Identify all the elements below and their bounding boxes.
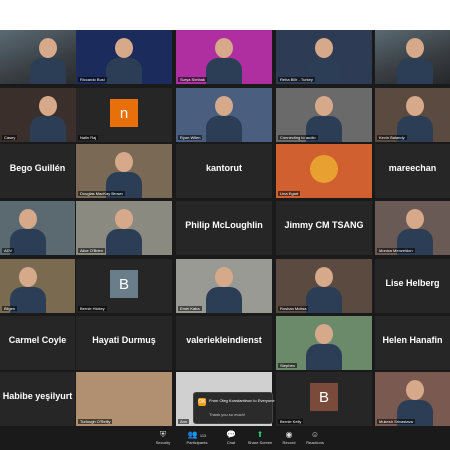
meeting-toolbar: ⛨ Security 👥 113 Participants 💬 Chat ⬆ S… — [0, 428, 450, 450]
participant-video — [306, 324, 342, 370]
chat-message: Thank you so much! — [209, 412, 246, 417]
participant-video — [206, 96, 242, 142]
shield-icon: ⛨ — [160, 430, 166, 439]
participant-video — [106, 209, 142, 255]
participant-display-name: Bego Guillén — [9, 163, 66, 173]
participant-count: 113 — [199, 433, 207, 438]
participant-tile[interactable]: Philip McLoughlin — [176, 201, 272, 255]
gallery-grid: Riccardo Busi Surya Simbak Reha Bilir - … — [0, 30, 450, 428]
participant-tile[interactable]: Carmel Coyle — [0, 316, 75, 370]
participant-tile[interactable]: Ryon Wilen — [176, 88, 272, 142]
participant-tile[interactable]: Habibe yeşilyurt — [0, 372, 75, 426]
participant-name: Reha Bilir - Turkey — [278, 77, 315, 82]
participant-name: Lina Egart — [278, 191, 301, 196]
participant-name: Casey — [2, 135, 18, 140]
participant-name: Turlough O'Reilly — [78, 419, 113, 424]
participant-tile[interactable]: Bilgen — [0, 259, 75, 313]
participant-display-name: Carmel Coyle — [8, 335, 67, 345]
participant-tile[interactable]: Stephen — [276, 316, 372, 370]
chat-from: From Oleg Konstantinov to Everyone — [209, 398, 275, 403]
participant-name: Douglas MacKay Brown — [78, 191, 125, 196]
participant-video — [306, 267, 342, 313]
share-screen-button[interactable]: ⬆ Share Screen — [245, 430, 275, 446]
participant-tile[interactable]: B Bernie Hickey — [76, 259, 172, 313]
flower-image — [310, 155, 338, 183]
participant-tile[interactable]: Alice O'Brien — [76, 201, 172, 255]
participant-name: Alice O'Brien — [78, 248, 105, 253]
participant-name: Kevin Balandy — [377, 135, 407, 140]
participant-name: Stephen — [278, 363, 297, 368]
participant-video — [206, 267, 242, 313]
participants-button[interactable]: 👥 113 Participants — [182, 430, 212, 446]
participant-display-name: Jimmy CM TSANG — [284, 220, 364, 230]
participant-display-name: kantorut — [206, 163, 242, 173]
avatar: B — [310, 383, 338, 411]
participant-video — [206, 38, 242, 84]
participant-name: Bernie Hickey — [78, 306, 107, 311]
participant-name: Ryon Wilen — [178, 135, 203, 140]
participant-name: Bilgen — [2, 306, 18, 311]
chat-avatar: OK — [198, 398, 206, 406]
participant-video — [106, 38, 142, 84]
window-top-bar — [0, 0, 450, 30]
chat-button[interactable]: 💬 Chat — [216, 430, 246, 446]
participant-tile[interactable]: Turlough O'Reilly — [76, 372, 172, 426]
participant-tile[interactable]: Bego Guillén — [0, 144, 75, 198]
participant-tile[interactable]: Emel Kaba — [176, 259, 272, 313]
participant-tile[interactable]: Roshan Mcltsa — [276, 259, 372, 313]
avatar: B — [110, 270, 138, 298]
participant-video — [397, 38, 433, 84]
participant-tile[interactable]: Helen Hanafin — [375, 316, 450, 370]
participant-name: Nalin Raj — [78, 135, 99, 140]
participant-name: Roshan Mcltsa — [278, 306, 309, 311]
chat-notification[interactable]: OK From Oleg Konstantinov to Everyone Th… — [193, 392, 275, 424]
participant-tile[interactable]: Lina Egart — [276, 144, 372, 198]
participant-tile[interactable]: Mukesh Srivastava — [375, 372, 450, 426]
participant-tile[interactable]: Hayati Durmuş — [76, 316, 172, 370]
security-button[interactable]: ⛨ Security — [148, 430, 178, 446]
people-icon: 👥 113 — [187, 430, 207, 439]
participant-name: ADV — [2, 248, 15, 253]
participant-name: Ann — [178, 419, 190, 424]
participant-display-name: Hayati Durmuş — [92, 335, 156, 345]
participant-tile[interactable]: Douglas MacKay Brown — [76, 144, 172, 198]
participant-tile[interactable]: Jimmy CM TSANG — [276, 201, 372, 255]
participant-name: Surya Simbak — [178, 77, 207, 82]
participant-name: Monica Menzeldon — [377, 248, 415, 253]
share-screen-icon: ⬆ — [256, 430, 264, 439]
participant-display-name: mareechan — [388, 163, 437, 173]
participant-display-name: Philip McLoughlin — [185, 220, 263, 230]
avatar: n — [110, 99, 138, 127]
participant-display-name: valeriekleindienst — [186, 335, 262, 345]
participant-tile[interactable]: Riccardo Busi — [76, 30, 172, 84]
participant-display-name: Helen Hanafin — [382, 335, 443, 345]
participant-display-name: Lise Helberg — [385, 278, 440, 288]
reactions-button[interactable]: ☺ Reactions — [300, 430, 330, 446]
chat-icon: 💬 — [226, 430, 236, 439]
participant-tile[interactable]: Connecting to audio — [276, 88, 372, 142]
participant-tile[interactable] — [375, 30, 450, 84]
participant-tile[interactable]: Reha Bilir - Turkey — [276, 30, 372, 84]
reactions-icon: ☺ — [310, 430, 320, 439]
participant-tile[interactable]: Lise Helberg — [375, 259, 450, 313]
participant-name: Connecting to audio — [278, 135, 318, 140]
participant-display-name: Habibe yeşilyurt — [2, 391, 73, 401]
participant-tile[interactable]: Surya Simbak — [176, 30, 272, 84]
participant-tile[interactable]: ADV — [0, 201, 75, 255]
participant-video — [30, 38, 66, 84]
participant-video — [10, 209, 46, 255]
participant-tile[interactable]: Monica Menzeldon — [375, 201, 450, 255]
participant-tile[interactable]: n Nalin Raj — [76, 88, 172, 142]
participant-name: Bernie Kelly — [278, 419, 304, 424]
participant-tile[interactable]: Kevin Balandy — [375, 88, 450, 142]
participant-tile[interactable]: B Bernie Kelly — [276, 372, 372, 426]
participant-name: Mukesh Srivastava — [377, 419, 415, 424]
participant-video — [30, 96, 66, 142]
participant-tile[interactable]: mareechan — [375, 144, 450, 198]
participant-tile[interactable]: valeriekleindienst — [176, 316, 272, 370]
participant-tile[interactable]: kantorut — [176, 144, 272, 198]
participant-name: Riccardo Busi — [78, 77, 107, 82]
participant-name: Emel Kaba — [178, 306, 202, 311]
